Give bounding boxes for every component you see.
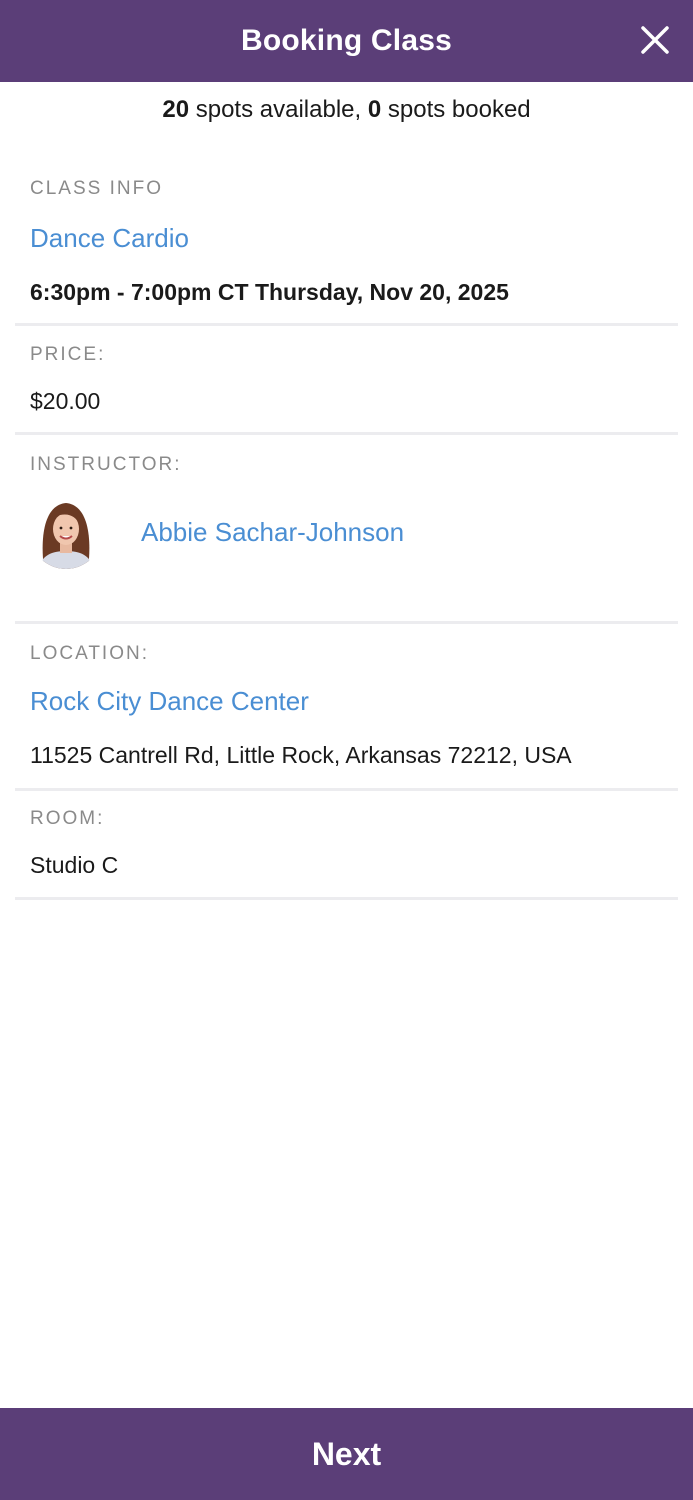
avatar-image [30, 497, 102, 569]
location-name-link[interactable]: Rock City Dance Center [30, 686, 309, 717]
spots-available-count: 20 [162, 96, 190, 123]
room-value: Studio C [30, 852, 119, 878]
instructor-avatar[interactable] [30, 497, 102, 569]
class-info-section: CLASS INFO Dance Cardio 6:30pm - 7:00pm … [15, 165, 678, 326]
booking-class-screen: Booking Class 20 spots available, 0 spot… [0, 0, 693, 1500]
price-label: PRICE: [30, 344, 106, 365]
location-label: LOCATION: [30, 643, 149, 664]
close-icon[interactable] [639, 24, 671, 56]
instructor-section: INSTRUCTOR: Abbie Sachar-Johnson [15, 435, 678, 624]
instructor-name-link[interactable]: Abbie Sachar-Johnson [141, 517, 404, 548]
room-label: ROOM: [30, 808, 105, 829]
close-button[interactable] [639, 24, 671, 56]
class-name-link[interactable]: Dance Cardio [30, 223, 189, 254]
location-address: 11525 Cantrell Rd, Little Rock, Arkansas… [30, 742, 572, 768]
spots-booked-count: 0 [367, 96, 382, 123]
class-schedule: 6:30pm - 7:00pm CT Thursday, Nov 20, 202… [30, 279, 509, 305]
spots-summary: 20 spots available, 0 spots booked [0, 96, 693, 124]
room-section: ROOM: Studio C [15, 791, 678, 900]
next-button[interactable]: Next [0, 1408, 693, 1500]
next-button-label: Next [311, 1435, 382, 1472]
location-section: LOCATION: Rock City Dance Center 11525 C… [15, 624, 678, 791]
spots-available-text: spots available, [189, 96, 368, 123]
header-bar: Booking Class [0, 0, 693, 82]
price-section: PRICE: $20.00 [15, 326, 678, 435]
page-title: Booking Class [241, 24, 452, 57]
spots-booked-text: spots booked [381, 96, 531, 123]
class-info-label: CLASS INFO [30, 178, 163, 199]
price-value: $20.00 [30, 388, 101, 414]
instructor-label: INSTRUCTOR: [30, 454, 182, 475]
